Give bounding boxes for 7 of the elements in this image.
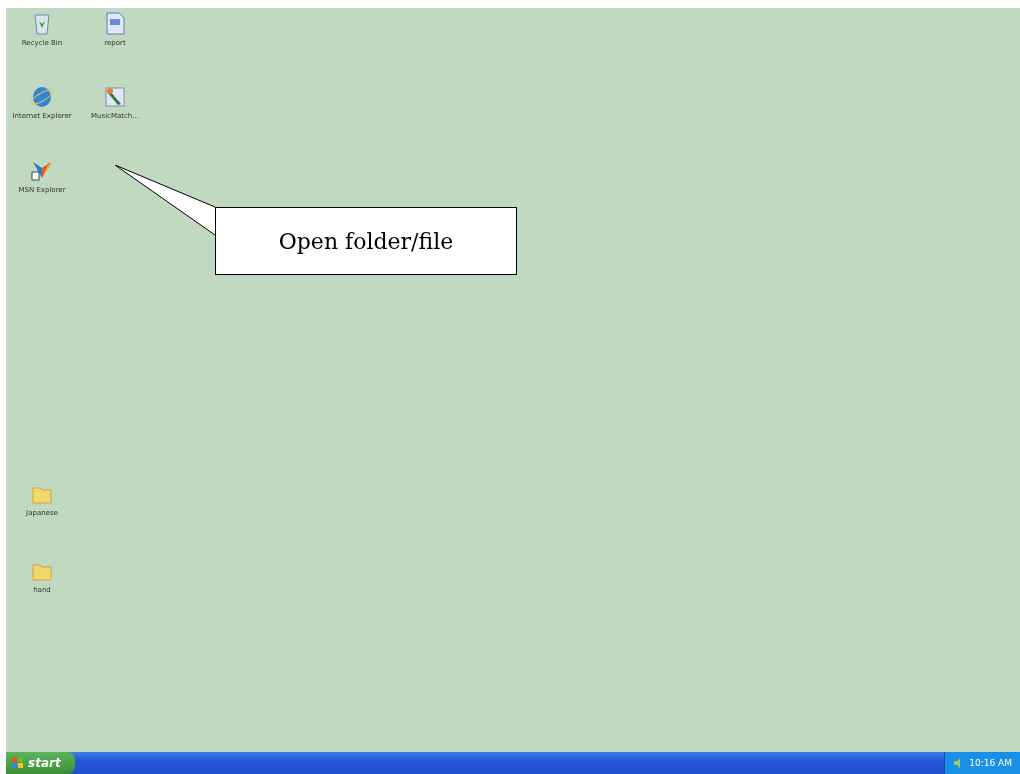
- document-icon: [104, 11, 126, 35]
- callout-text: Open folder/file: [215, 207, 517, 275]
- paint-brush-icon: [104, 84, 126, 108]
- recycle-bin-icon: [31, 11, 53, 35]
- globe-icon: [31, 84, 53, 108]
- clock: 10:16 AM: [969, 758, 1012, 768]
- windows-logo-icon: [12, 757, 24, 769]
